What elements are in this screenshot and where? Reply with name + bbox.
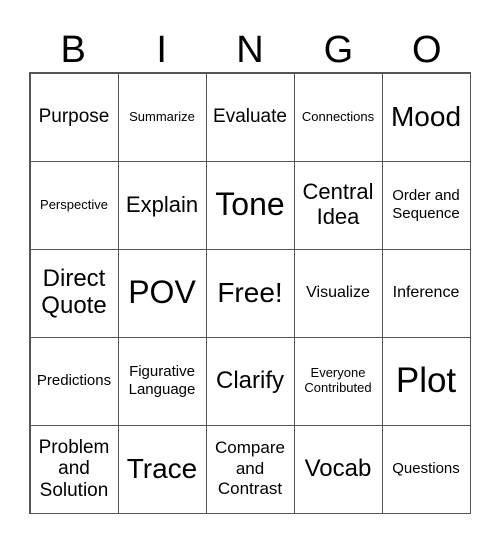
bingo-cell: Tone xyxy=(205,160,295,250)
bingo-cell: Connections xyxy=(293,72,383,162)
bingo-cell: Everyone Contributed xyxy=(293,336,383,426)
bingo-cell: Visualize xyxy=(293,248,383,338)
bingo-cell: Explain xyxy=(117,160,207,250)
header-letter-o: O xyxy=(412,29,442,71)
bingo-cell: Compare and Contrast xyxy=(205,424,295,514)
bingo-cell: Inference xyxy=(381,248,471,338)
bingo-cell: Predictions xyxy=(29,336,119,426)
bingo-cell: Central Idea xyxy=(293,160,383,250)
bingo-cell: Clarify xyxy=(205,336,295,426)
bingo-cell: POV xyxy=(117,248,207,338)
bingo-grid: Purpose Summarize Evaluate Connections M… xyxy=(29,72,471,514)
bingo-cell: Vocab xyxy=(293,424,383,514)
header-letter-n: N xyxy=(236,29,264,71)
bingo-cell: Figurative Language xyxy=(117,336,207,426)
header-letter-i: I xyxy=(156,29,167,71)
bingo-header: B I N G O xyxy=(29,28,471,72)
bingo-cell: Order and Sequence xyxy=(381,160,471,250)
bingo-cell: Mood xyxy=(381,72,471,162)
bingo-cell: Problem and Solution xyxy=(29,424,119,514)
bingo-cell free-space: Free! xyxy=(205,248,295,338)
bingo-cell: Questions xyxy=(381,424,471,514)
bingo-cell: Evaluate xyxy=(205,72,295,162)
header-letter-g: G xyxy=(323,29,354,71)
bingo-cell: Plot xyxy=(381,336,471,426)
bingo-cell: Perspective xyxy=(29,160,119,250)
bingo-cell: Trace xyxy=(117,424,207,514)
bingo-cell: Purpose xyxy=(29,72,119,162)
bingo-cell: Direct Quote xyxy=(29,248,119,338)
bingo-cell: Summarize xyxy=(117,72,207,162)
header-letter-b: B xyxy=(60,29,86,71)
